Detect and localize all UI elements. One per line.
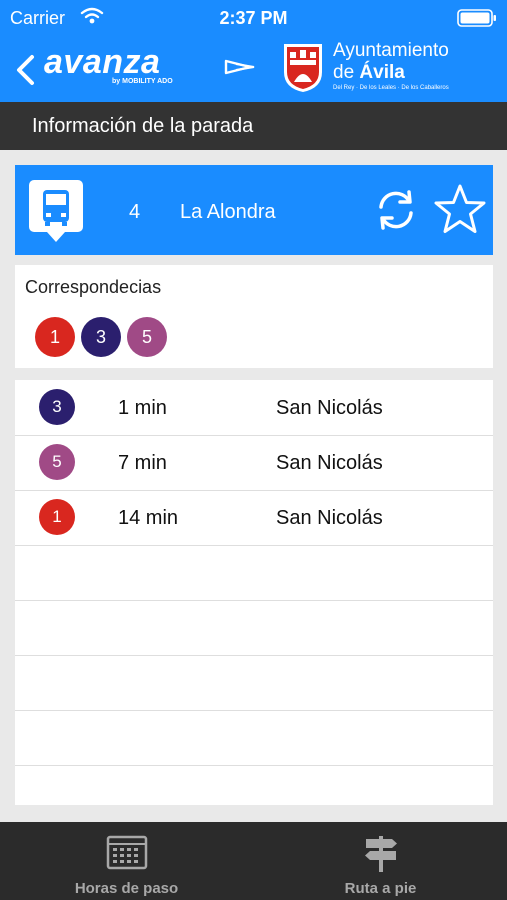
arrival-row[interactable]: 5 7 min San Nicolás <box>15 435 493 491</box>
back-icon[interactable] <box>14 54 36 91</box>
correspondences-card: Correspondecias 1 3 5 <box>15 265 493 368</box>
page-title: Información de la parada <box>32 115 254 137</box>
app-header: avanza by MOBILITY ADO Ayuntamiento de Á… <box>0 36 507 102</box>
avila-crest-icon <box>282 42 324 99</box>
city-name: Ávila <box>359 62 405 83</box>
line-badge: 5 <box>39 444 75 480</box>
arrival-time: 7 min <box>118 452 167 474</box>
line-badge: 3 <box>39 389 75 425</box>
tab-label: Ruta a pie <box>344 880 417 897</box>
section-bar: Información de la parada <box>0 102 507 150</box>
line-badge[interactable]: 3 <box>81 317 121 357</box>
brand-subtitle: by MOBILITY ADO <box>112 78 173 85</box>
stop-card: 4 La Alondra <box>15 165 493 255</box>
tab-label: Horas de paso <box>74 880 179 897</box>
city-logo-text: Ayuntamiento de Ávila Del Rey · De los L… <box>333 40 449 91</box>
arrival-row[interactable]: 1 14 min San Nicolás <box>15 490 493 546</box>
empty-row <box>15 600 493 656</box>
city-prefix: de <box>333 62 355 83</box>
empty-row <box>15 545 493 601</box>
stop-name: La Alondra <box>180 201 276 223</box>
signpost-icon <box>360 834 402 879</box>
empty-row <box>15 710 493 766</box>
refresh-icon[interactable] <box>373 187 419 238</box>
empty-row <box>15 655 493 711</box>
line-badge[interactable]: 5 <box>127 317 167 357</box>
line-badge: 1 <box>39 499 75 535</box>
city-line2: de Ávila <box>333 62 449 84</box>
arrival-destination: San Nicolás <box>276 507 383 529</box>
bus-stop-icon <box>29 180 83 249</box>
tab-ruta-a-pie[interactable]: Ruta a pie <box>254 822 507 900</box>
arrival-destination: San Nicolás <box>276 397 383 419</box>
arrival-time: 1 min <box>118 397 167 419</box>
correspondences-label: Correspondecias <box>25 277 162 297</box>
avanza-logo: avanza by MOBILITY ADO <box>44 42 255 85</box>
line-badge[interactable]: 1 <box>35 317 75 357</box>
favorite-star-icon[interactable] <box>433 183 487 240</box>
city-tagline: Del Rey · De los Leales · De los Caballe… <box>333 85 449 91</box>
tab-horas-de-paso[interactable]: Horas de paso <box>0 822 253 900</box>
clock: 2:37 PM <box>219 8 288 28</box>
brand-name: avanza <box>44 43 161 81</box>
correspondence-lines: 1 3 5 <box>35 317 167 357</box>
stop-number: 4 <box>129 201 141 223</box>
status-bar: Carrier 2:37 PM <box>0 0 507 36</box>
city-line1: Ayuntamiento <box>333 40 449 61</box>
battery-icon <box>457 9 497 32</box>
arrival-row[interactable]: 3 1 min San Nicolás <box>15 380 493 436</box>
brand-arrow-icon <box>224 58 258 81</box>
arrival-time: 14 min <box>118 507 179 529</box>
arrival-destination: San Nicolás <box>276 452 383 474</box>
calendar-icon <box>106 834 148 875</box>
arrivals-list: 3 1 min San Nicolás 5 7 min San Nicolás … <box>15 380 493 805</box>
tab-bar: Horas de paso Ruta a pie <box>0 822 507 900</box>
